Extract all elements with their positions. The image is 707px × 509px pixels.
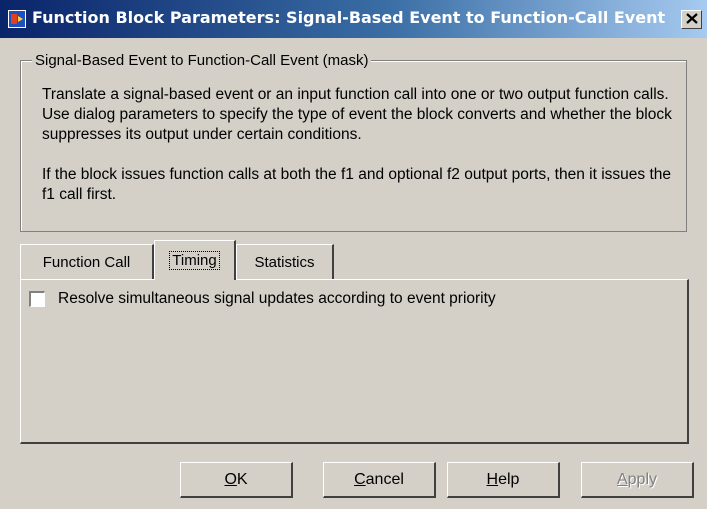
apply-accel: A xyxy=(616,470,628,488)
help-label: elp xyxy=(498,470,520,488)
simulink-block-icon xyxy=(8,10,26,28)
description-paragraph-2: If the block issues function calls at bo… xyxy=(42,166,671,203)
cancel-button[interactable]: Cancel xyxy=(323,462,436,498)
help-button[interactable]: Help xyxy=(447,462,560,498)
cancel-accel: C xyxy=(354,470,366,488)
group-title: Signal-Based Event to Function-Call Even… xyxy=(32,52,372,69)
resolve-priority-label[interactable]: Resolve simultaneous signal updates acco… xyxy=(58,290,496,308)
mask-description: Translate a signal-based event or an inp… xyxy=(42,85,682,225)
cancel-label: ancel xyxy=(365,470,404,488)
description-paragraph-1: Translate a signal-based event or an inp… xyxy=(42,86,672,143)
window-title: Function Block Parameters: Signal-Based … xyxy=(32,8,666,27)
close-button[interactable] xyxy=(681,10,702,29)
apply-button[interactable]: Apply xyxy=(581,462,694,498)
timing-tab-panel: Resolve simultaneous signal updates acco… xyxy=(20,279,689,444)
tab-timing[interactable]: Timing xyxy=(154,240,236,280)
resolve-priority-option[interactable]: Resolve simultaneous signal updates acco… xyxy=(29,290,496,308)
help-accel: H xyxy=(486,470,499,488)
ok-accel: O xyxy=(224,470,237,488)
resolve-priority-checkbox[interactable] xyxy=(29,291,45,307)
ok-button[interactable]: OK xyxy=(180,462,293,498)
tab-label: Timing xyxy=(169,251,220,270)
dialog-window: Function Block Parameters: Signal-Based … xyxy=(0,0,707,509)
ok-label: K xyxy=(236,470,248,488)
tab-statistics[interactable]: Statistics xyxy=(236,244,334,280)
tab-label: Function Call xyxy=(42,254,131,271)
title-bar[interactable]: Function Block Parameters: Signal-Based … xyxy=(0,0,707,38)
tab-label: Statistics xyxy=(254,254,315,271)
close-icon xyxy=(685,11,698,29)
tab-function-call[interactable]: Function Call xyxy=(20,244,154,280)
apply-label: pply xyxy=(627,470,658,488)
